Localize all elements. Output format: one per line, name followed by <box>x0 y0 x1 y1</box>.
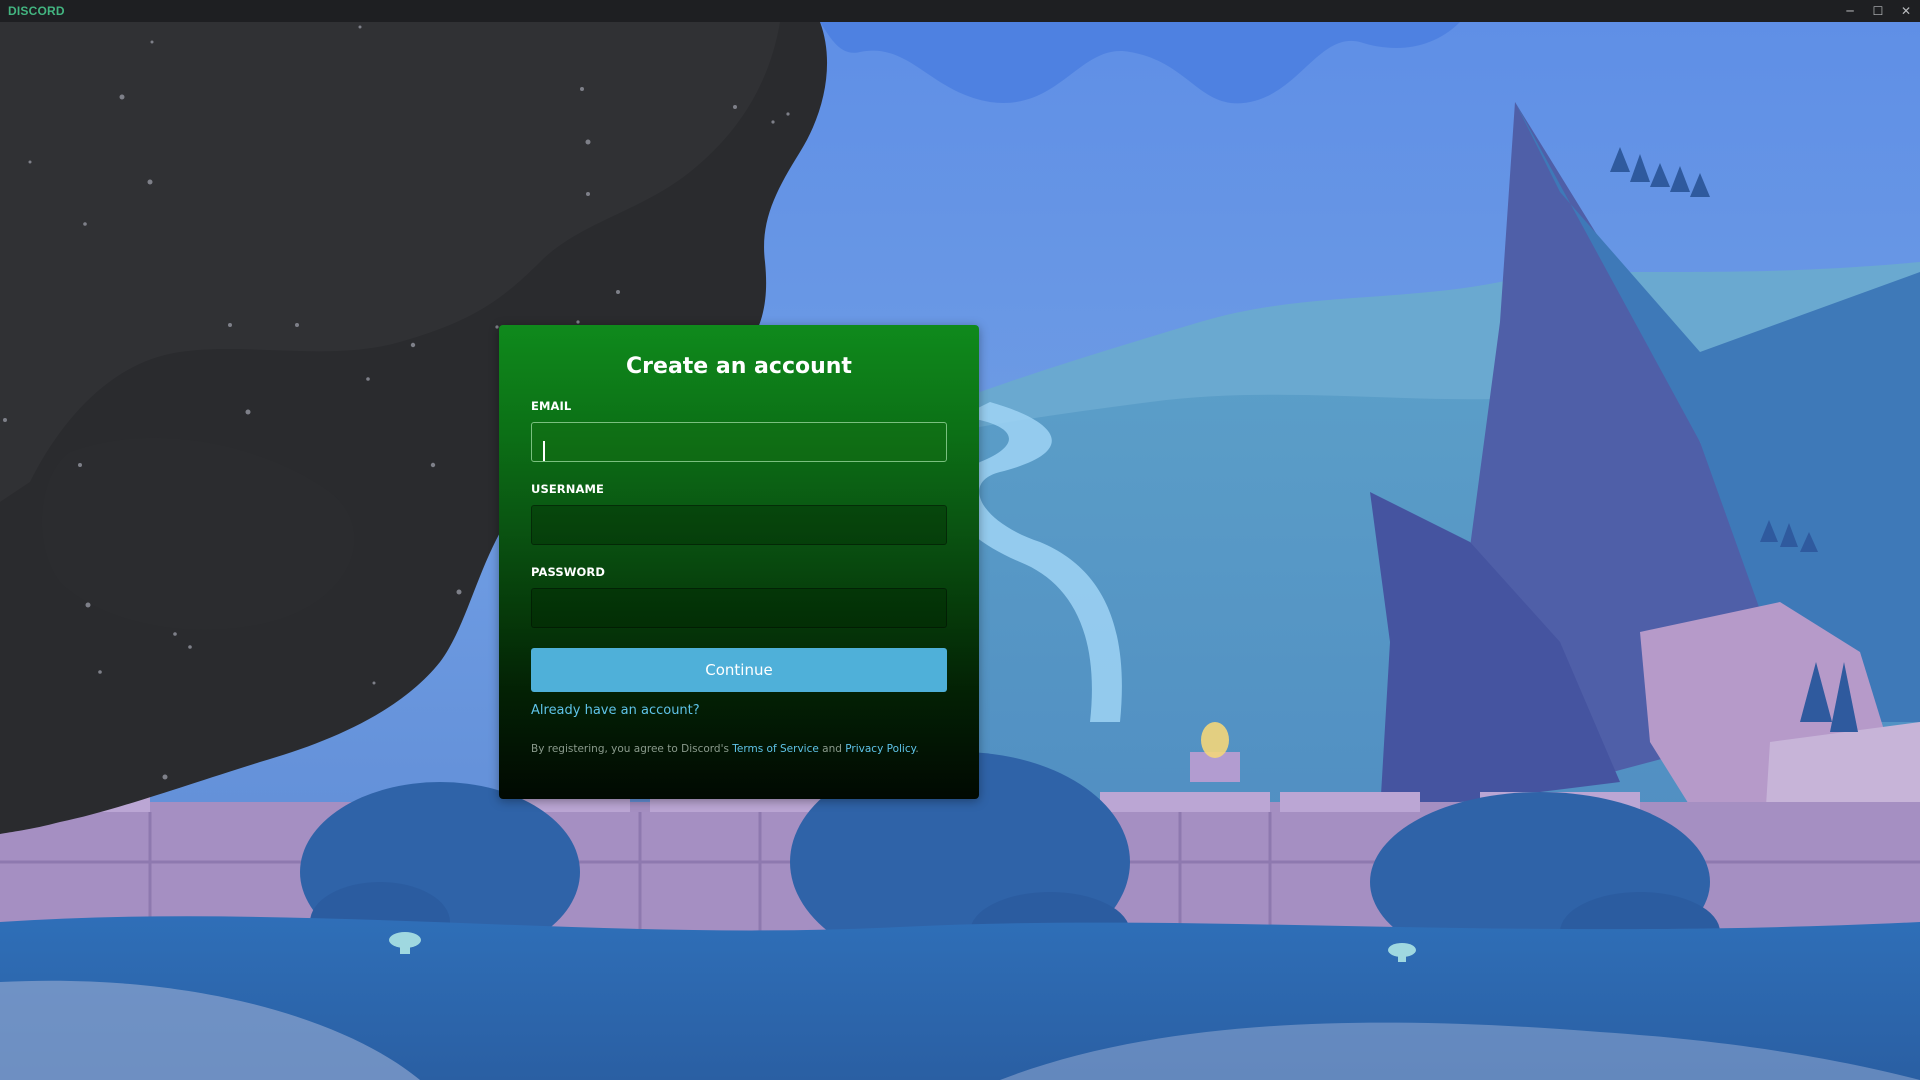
legal-notice: By registering, you agree to Discord's T… <box>531 742 947 756</box>
username-label: USERNAME <box>531 482 604 496</box>
legal-and: and <box>822 743 842 755</box>
minimize-icon[interactable]: ─ <box>1836 0 1864 22</box>
text-caret <box>543 441 545 461</box>
continue-button[interactable]: Continue <box>531 648 947 692</box>
email-label: EMAIL <box>531 399 572 413</box>
create-account-modal: Create an account EMAIL USERNAME PASSWOR… <box>499 325 979 799</box>
password-field[interactable] <box>531 588 947 628</box>
email-field[interactable] <box>531 422 947 462</box>
maximize-icon[interactable]: ☐ <box>1864 0 1892 22</box>
terms-of-service-link[interactable]: Terms of Service <box>732 743 819 755</box>
username-field-group: USERNAME <box>531 482 947 545</box>
window-controls: ─ ☐ ✕ <box>1836 0 1920 22</box>
privacy-policy-link[interactable]: Privacy Policy <box>845 743 915 755</box>
window-titlebar: DISCORD ─ ☐ ✕ <box>0 0 1920 22</box>
legal-prefix: By registering, you agree to Discord's <box>531 743 729 755</box>
discord-logo: DISCORD <box>8 4 65 18</box>
modal-title: Create an account <box>626 354 852 379</box>
close-icon[interactable]: ✕ <box>1892 0 1920 22</box>
password-label: PASSWORD <box>531 565 605 579</box>
email-field-group: EMAIL <box>531 399 947 462</box>
legal-suffix: . <box>915 743 919 755</box>
password-field-group: PASSWORD <box>531 565 947 628</box>
username-field[interactable] <box>531 505 947 545</box>
already-have-account-link[interactable]: Already have an account? <box>531 702 700 720</box>
